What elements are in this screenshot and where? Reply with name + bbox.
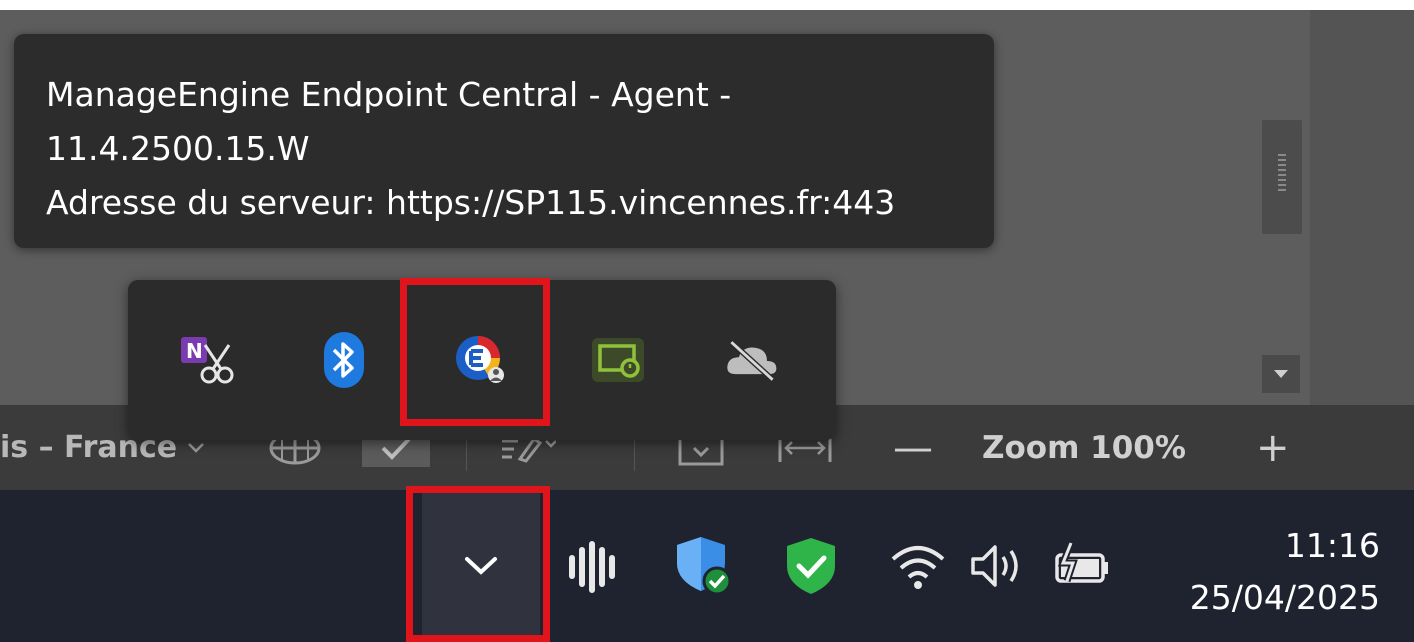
battery-charging-icon[interactable] — [1050, 538, 1116, 594]
scroll-down-button[interactable] — [1262, 355, 1300, 393]
chevron-down-icon — [188, 442, 205, 453]
green-shield-icon[interactable] — [780, 530, 842, 602]
volume-icon[interactable] — [966, 538, 1032, 594]
onedrive-offline-icon[interactable] — [722, 330, 782, 390]
scrollbar-rail — [1310, 10, 1414, 405]
screen-capture-icon[interactable] — [588, 330, 648, 390]
zoom-out-button[interactable]: — — [893, 405, 933, 490]
triangle-down-icon — [1274, 370, 1288, 378]
zoom-in-button[interactable]: + — [1256, 405, 1290, 490]
bluetooth-icon[interactable] — [314, 330, 374, 390]
svg-text:N: N — [186, 339, 203, 363]
taskbar: 11:16 25/04/2025 — [0, 490, 1414, 642]
onenote-clipper-icon[interactable]: N — [176, 330, 236, 390]
clock-time: 11:16 — [1284, 526, 1380, 565]
audio-wave-icon[interactable] — [560, 534, 626, 600]
taskbar-clock[interactable]: 11:16 25/04/2025 — [1190, 520, 1380, 624]
windows-security-icon[interactable] — [670, 530, 740, 602]
tooltip-server-address: Adresse du serveur: https://SP115.vincen… — [46, 183, 896, 222]
tooltip-version: 11.4.2500.15.W — [46, 129, 310, 168]
clock-date: 25/04/2025 — [1189, 578, 1380, 617]
grip-icon — [1278, 154, 1286, 198]
agent-tooltip: ManageEngine Endpoint Central - Agent - … — [14, 34, 994, 248]
highlight-show-hidden-button — [406, 486, 550, 642]
top-edge — [0, 0, 1414, 10]
scrollbar-thumb[interactable] — [1262, 120, 1302, 234]
wifi-icon[interactable] — [888, 538, 948, 594]
highlight-agent-icon — [400, 278, 550, 426]
tooltip-title: ManageEngine Endpoint Central - Agent - — [46, 75, 732, 114]
zoom-level[interactable]: Zoom 100% — [982, 405, 1186, 490]
